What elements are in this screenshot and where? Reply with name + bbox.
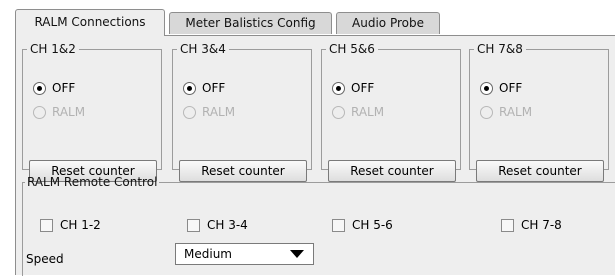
chevron-down-icon[interactable] <box>290 250 304 258</box>
ralm-connections-panel: CH 1&2 OFF RALM Reset counter CH 3&4 OFF… <box>15 35 615 276</box>
radio-disabled-icon <box>183 105 196 119</box>
radio-selected-icon[interactable] <box>183 81 196 95</box>
radio-label-off: OFF <box>202 81 226 95</box>
channel-group-ch1-2: CH 1&2 OFF RALM Reset counter <box>22 42 162 182</box>
radio-selected-icon[interactable] <box>480 81 493 95</box>
checkbox-unchecked-icon[interactable] <box>187 218 200 232</box>
checkbox-unchecked-icon[interactable] <box>40 218 53 232</box>
checkbox-unchecked-icon[interactable] <box>332 218 345 232</box>
channel-group-title: CH 5&6 <box>329 42 375 56</box>
checkbox-label: CH 1-2 <box>60 218 101 232</box>
speed-select[interactable]: Medium <box>175 243 314 265</box>
radio-off-ch1-2[interactable]: OFF <box>33 79 75 97</box>
radio-ralm-ch7-8[interactable]: RALM <box>480 103 532 121</box>
tab-audio-probe[interactable]: Audio Probe <box>336 12 440 34</box>
channel-group-title: CH 3&4 <box>180 42 226 56</box>
tab-bar: RALM Connections Meter Balistics Config … <box>15 9 615 36</box>
checkbox-label: CH 3-4 <box>207 218 248 232</box>
checkbox-ch7-8[interactable]: CH 7-8 <box>501 217 562 233</box>
checkbox-ch5-6[interactable]: CH 5-6 <box>332 217 393 233</box>
radio-label-ralm: RALM <box>351 105 385 119</box>
radio-label-off: OFF <box>499 81 523 95</box>
radio-label-ralm: RALM <box>202 105 236 119</box>
radio-label-ralm: RALM <box>499 105 533 119</box>
radio-off-ch5-6[interactable]: OFF <box>332 79 374 97</box>
radio-ralm-ch5-6[interactable]: RALM <box>332 103 384 121</box>
tab-meter-balistics-config[interactable]: Meter Balistics Config <box>169 12 332 34</box>
checkbox-label: CH 7-8 <box>521 218 562 232</box>
checkbox-unchecked-icon[interactable] <box>501 218 514 232</box>
channel-group-title: CH 7&8 <box>477 42 523 56</box>
radio-label-off: OFF <box>52 81 76 95</box>
radio-label-ralm: RALM <box>52 105 86 119</box>
radio-selected-icon[interactable] <box>33 81 46 95</box>
tab-ralm-connections[interactable]: RALM Connections <box>15 9 165 36</box>
checkbox-label: CH 5-6 <box>352 218 393 232</box>
radio-ralm-ch1-2[interactable]: RALM <box>33 103 85 121</box>
speed-label: Speed <box>26 252 64 266</box>
radio-disabled-icon <box>332 105 345 119</box>
checkbox-ch3-4[interactable]: CH 3-4 <box>187 217 248 233</box>
channel-group-ch3-4: CH 3&4 OFF RALM Reset counter <box>172 42 312 182</box>
radio-disabled-icon <box>33 105 46 119</box>
channel-group-ch7-8: CH 7&8 OFF RALM Reset counter <box>469 42 609 182</box>
channel-group-ch5-6: CH 5&6 OFF RALM Reset counter <box>321 42 461 182</box>
speed-select-value: Medium <box>184 247 232 261</box>
radio-ralm-ch3-4[interactable]: RALM <box>183 103 235 121</box>
ralm-remote-control-title: RALM Remote Control <box>27 175 158 189</box>
radio-label-off: OFF <box>351 81 375 95</box>
ralm-remote-control-group: RALM Remote Control CH 1-2 CH 3-4 CH 5-6… <box>22 175 615 276</box>
radio-off-ch7-8[interactable]: OFF <box>480 79 522 97</box>
radio-selected-icon[interactable] <box>332 81 345 95</box>
radio-off-ch3-4[interactable]: OFF <box>183 79 225 97</box>
channel-group-title: CH 1&2 <box>30 42 76 56</box>
checkbox-ch1-2[interactable]: CH 1-2 <box>40 217 101 233</box>
radio-disabled-icon <box>480 105 493 119</box>
